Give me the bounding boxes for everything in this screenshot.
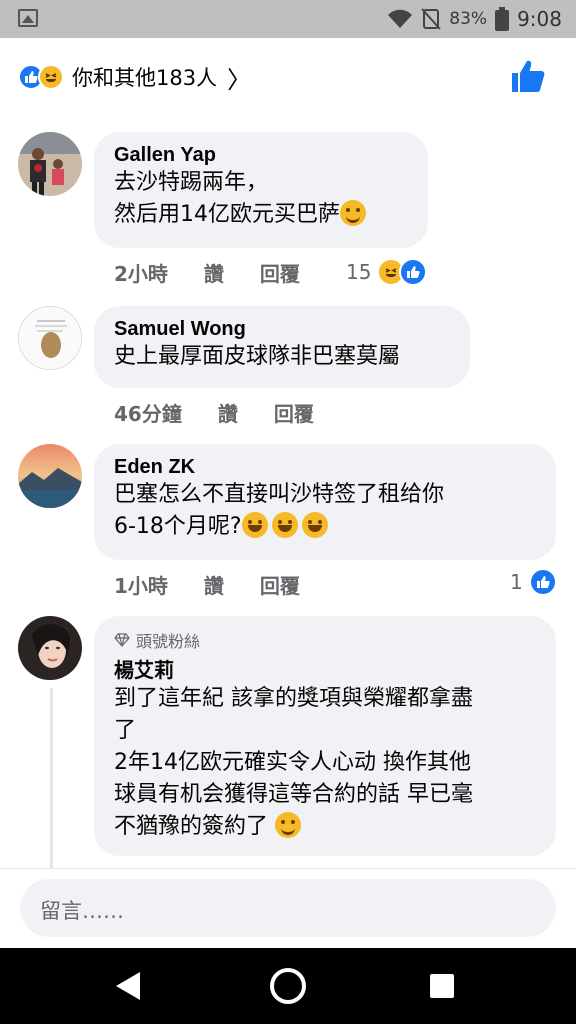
- reaction-count-value: 1: [510, 570, 523, 594]
- comment-bubble[interactable]: Eden ZK 巴塞怎么不直接叫沙特签了租给你 6-18个月呢?: [94, 444, 556, 560]
- comment-bubble[interactable]: Samuel Wong 史上最厚面皮球隊非巴塞莫屬: [94, 306, 470, 388]
- recent-apps-icon[interactable]: [430, 974, 454, 998]
- status-bar: 83% 9:08: [0, 0, 576, 38]
- haha-reaction-icon: [38, 64, 64, 90]
- comment-time[interactable]: 2小時: [114, 258, 168, 287]
- reactions-header: 你和其他183人 〉: [0, 38, 576, 116]
- battery-percent: 83%: [449, 9, 488, 29]
- comment-input[interactable]: 留言……: [20, 879, 556, 937]
- grinning-sweat-emoji-icon: [275, 812, 302, 838]
- comment-meta: 2小時 讚 回覆: [114, 258, 336, 287]
- comments-list: Gallen Yap 去沙特踢兩年， 然后用14亿欧元买巴萨 2小時 讚 回覆 …: [0, 116, 576, 868]
- comment-meta: 1小時 讚 回覆: [114, 570, 336, 599]
- like-link[interactable]: 讚: [204, 258, 224, 287]
- comment-text: 史上最厚面皮球隊非巴塞莫屬: [114, 344, 401, 369]
- reply-link[interactable]: 回覆: [274, 398, 314, 427]
- comment-reaction-count[interactable]: 1: [510, 568, 557, 596]
- rolling-laughing-emoji-icon: [241, 512, 268, 538]
- like-reaction-icon: [399, 258, 428, 286]
- avatar-samuel-wong[interactable]: [18, 306, 82, 370]
- reactions-summary[interactable]: 你和其他183人 〉: [18, 62, 252, 94]
- top-fan-label: 頭號粉絲: [136, 632, 201, 651]
- status-right: 83% 9:08: [387, 0, 562, 38]
- avatar-yang-aili[interactable]: [18, 616, 82, 680]
- clock: 9:08: [517, 7, 562, 31]
- comment-bubble[interactable]: 頭號粉絲 楊艾莉 到了這年紀 該拿的獎項與榮耀都拿盡 了 2年14亿欧元確实令人…: [94, 616, 556, 856]
- comment-time[interactable]: 1小時: [114, 570, 168, 599]
- avatar-gallen-yap[interactable]: [18, 132, 82, 196]
- reactions-summary-text: 你和其他183人: [72, 66, 218, 90]
- navigation-bar: [0, 948, 576, 1024]
- comment-author[interactable]: Samuel Wong: [114, 318, 450, 341]
- like-reaction-icon: [528, 568, 557, 596]
- like-link[interactable]: 讚: [204, 570, 224, 599]
- comment-time[interactable]: 46分鐘: [114, 398, 182, 427]
- no-sim-icon: [421, 8, 442, 30]
- chevron-right-icon: 〉: [227, 65, 252, 94]
- comment-composer: 留言……: [0, 868, 576, 948]
- avatar-eden-zk[interactable]: [18, 444, 82, 508]
- like-link[interactable]: 讚: [218, 398, 238, 427]
- comment-author[interactable]: Eden ZK: [114, 456, 536, 479]
- reply-link[interactable]: 回覆: [260, 258, 300, 287]
- diamond-icon: [114, 633, 130, 647]
- home-icon[interactable]: [270, 968, 306, 1004]
- reply-link[interactable]: 回覆: [260, 570, 300, 599]
- wifi-icon: [388, 9, 413, 28]
- comment-author[interactable]: Gallen Yap: [114, 144, 408, 167]
- comment-reaction-count[interactable]: 15: [346, 258, 428, 286]
- comment-bubble[interactable]: Gallen Yap 去沙特踢兩年， 然后用14亿欧元买巴萨: [94, 132, 428, 248]
- comment-text-body: 去沙特踢兩年， 然后用14亿欧元买巴萨: [114, 170, 340, 227]
- comment-text: 去沙特踢兩年， 然后用14亿欧元买巴萨: [114, 167, 408, 231]
- like-button-icon[interactable]: [510, 58, 546, 94]
- image-notification-icon: [18, 9, 38, 27]
- smiling-face-emoji-icon: [340, 200, 366, 226]
- comment-author[interactable]: 楊艾莉: [114, 654, 536, 683]
- battery-icon: [495, 7, 510, 31]
- comment-text: 巴塞怎么不直接叫沙特签了租给你 6-18个月呢?: [114, 479, 536, 543]
- reaction-count-value: 15: [346, 260, 372, 284]
- reply-thread-line: [50, 688, 53, 868]
- rolling-laughing-emoji-icon: [301, 512, 328, 538]
- back-icon[interactable]: [116, 972, 140, 1000]
- top-fan-badge[interactable]: 頭號粉絲: [114, 628, 536, 652]
- rolling-laughing-emoji-icon: [271, 512, 298, 538]
- comment-meta: 46分鐘 讚 回覆: [114, 398, 350, 427]
- comment-text: 到了這年紀 該拿的獎項與榮耀都拿盡 了 2年14亿欧元確实令人心动 換作其他 球…: [114, 683, 536, 843]
